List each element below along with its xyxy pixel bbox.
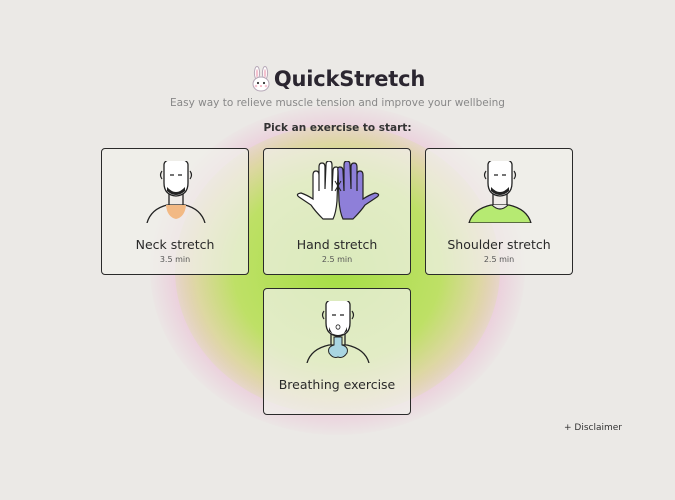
- breathing-illustration-icon: [306, 301, 370, 363]
- exercise-card-neck-stretch[interactable]: Neck stretch 3.5 min: [101, 148, 249, 275]
- exercise-card-breathing[interactable]: Breathing exercise: [263, 288, 411, 415]
- exercise-title: Shoulder stretch: [447, 237, 551, 252]
- exercise-title: Hand stretch: [296, 237, 378, 252]
- exercise-title: Neck stretch: [135, 237, 215, 252]
- exercise-title: Breathing exercise: [278, 377, 396, 392]
- bunny-logo-icon: [252, 66, 270, 92]
- app-subtitle: Easy way to relieve muscle tension and i…: [170, 97, 505, 109]
- exercise-duration: 3.5 min: [159, 255, 191, 264]
- disclaimer-link[interactable]: + Disclaimer: [564, 423, 622, 433]
- exercise-duration: 2.5 min: [321, 255, 353, 264]
- exercise-card-hand-stretch[interactable]: Hand stretch 2.5 min: [263, 148, 411, 275]
- hands-illustration-icon: [296, 161, 380, 220]
- neck-stretch-illustration-icon: [146, 161, 206, 223]
- app-title: QuickStretch: [273, 67, 426, 91]
- exercise-prompt: Pick an exercise to start:: [263, 122, 412, 134]
- exercise-duration: 2.5 min: [483, 255, 515, 264]
- shoulder-stretch-illustration-icon: [468, 161, 532, 223]
- exercise-card-shoulder-stretch[interactable]: Shoulder stretch 2.5 min: [425, 148, 573, 275]
- app-header: QuickStretch: [0, 66, 675, 96]
